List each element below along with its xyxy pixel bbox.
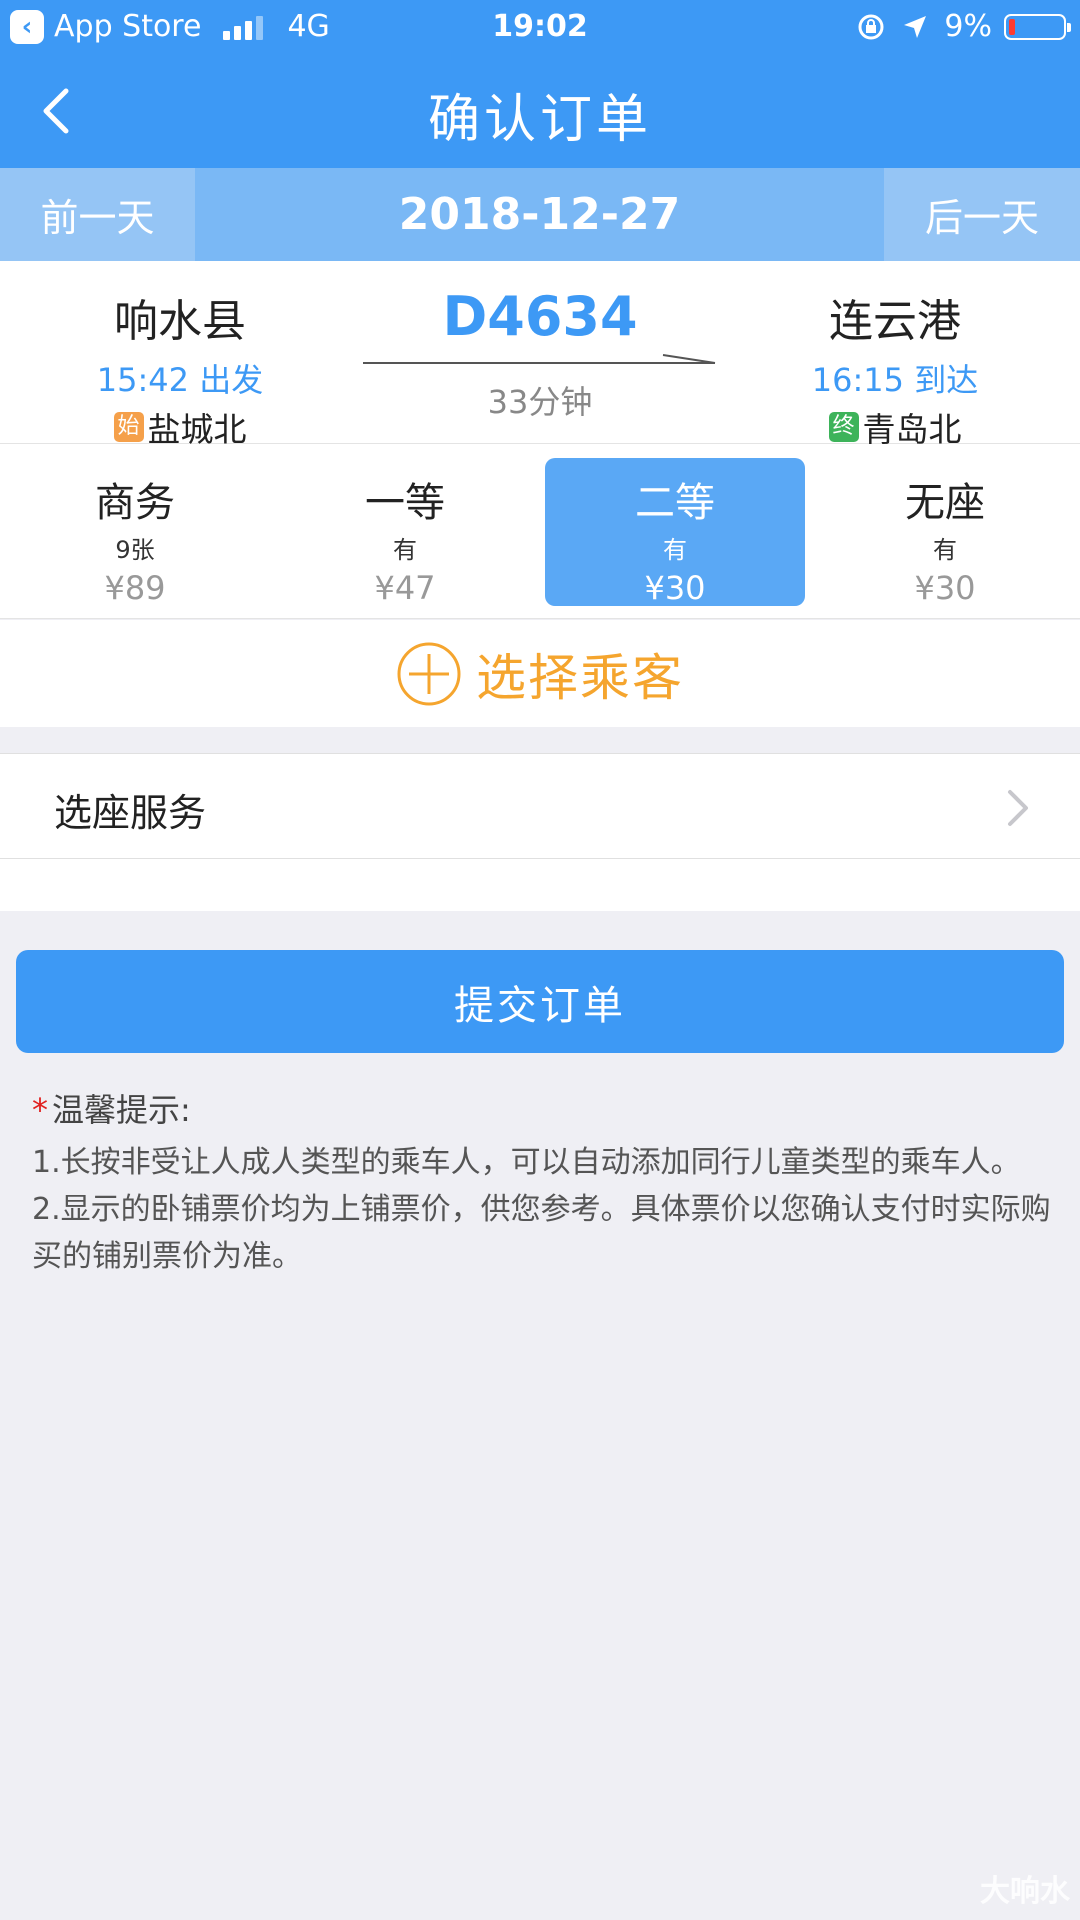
seat-option-business[interactable]: 商务 9张 ¥89 [5,458,265,607]
tip-item: 1.长按非受让人成人类型的乘车人，可以自动添加同行儿童类型的乘车人。 [32,1145,1021,1180]
tips-section: * 温馨提示: 1.长按非受让人成人类型的乘车人，可以自动添加同行儿童类型的乘车人… [32,1085,1052,1280]
battery-percent: 9% [944,9,992,44]
origin-badge: 始 [113,412,144,442]
seat-class-selector: 商务 9张 ¥89 一等 有 ¥47 二等 有 ¥30 无座 有 ¥30 [0,444,1080,619]
seat-availability: 有 [663,536,687,564]
seat-name: 商务 [95,480,175,526]
seat-option-second-class[interactable]: 二等 有 ¥30 [545,458,805,607]
departure-time: 15:42 出发 [96,361,264,399]
add-circle-icon [397,642,461,705]
battery-icon [1004,13,1071,40]
next-day-button[interactable]: 后一天 [884,168,1080,261]
departure-station: 响水县 [114,296,246,347]
trip-duration: 33分钟 [487,383,593,421]
seat-price: ¥30 [914,569,976,607]
submit-order-button[interactable]: 提交订单 [16,950,1064,1053]
order-confirm-page: ‹ App Store 4G 19:02 9% 确认订单 前一天 2018-12… [0,0,1080,1920]
nav-bar: 确认订单 [0,55,1080,168]
required-marker: * [32,1091,48,1129]
seat-availability: 有 [393,536,417,564]
seat-service-label: 选座服务 [54,791,207,835]
arrival-station: 连云港 [829,296,961,347]
arrival-time: 16:15 到达 [811,361,979,399]
seat-option-no-seat[interactable]: 无座 有 ¥30 [815,458,1075,607]
location-arrow-icon [904,15,927,38]
rotation-lock-icon [858,14,884,39]
destination-badge: 终 [828,412,859,442]
blank-row [0,859,1080,911]
date-bar: 前一天 2018-12-27 后一天 [0,168,1080,261]
seat-availability: 有 [933,536,957,564]
seat-price: ¥47 [374,569,436,607]
seat-price: ¥30 [644,569,706,607]
tips-title: * 温馨提示: [32,1085,1052,1131]
chevron-right-icon [1008,790,1028,826]
status-bar: ‹ App Store 4G 19:02 9% [0,0,1080,55]
status-right: 9% [856,9,1071,44]
travel-date[interactable]: 2018-12-27 [195,168,884,261]
top-bar: ‹ App Store 4G 19:02 9% 确认订单 [0,0,1080,168]
watermark: 大响水 [980,1874,1070,1909]
train-number[interactable]: D4634 [365,285,715,348]
seat-price: ¥89 [104,569,166,607]
select-passenger-label: 选择乘客 [476,648,684,707]
tips-title-text: 温馨提示: [52,1091,191,1129]
train-info-card: 响水县 15:42 出发 始 盐城北 D4634 33分钟 连云港 16:15 … [0,261,1080,449]
departure-block: 响水县 15:42 出发 始 盐城北 [35,285,325,451]
page-title: 确认订单 [427,90,652,150]
seat-option-first-class[interactable]: 一等 有 ¥47 [275,458,535,607]
seat-service-row[interactable]: 选座服务 [0,753,1080,859]
arrival-block: 连云港 16:15 到达 终 青岛北 [750,285,1040,451]
select-passenger-button[interactable]: 选择乘客 [0,620,1080,727]
seat-name: 一等 [365,480,445,526]
seat-name: 二等 [635,480,715,526]
prev-day-button[interactable]: 前一天 [0,168,195,261]
tip-item: 2.显示的卧铺票价均为上铺票价，供您参考。具体票价以您确认支付时实际购买的铺别票… [32,1192,1051,1274]
route-arrow-icon [363,354,716,364]
seat-name: 无座 [905,480,985,526]
seat-availability: 9张 [115,536,155,564]
